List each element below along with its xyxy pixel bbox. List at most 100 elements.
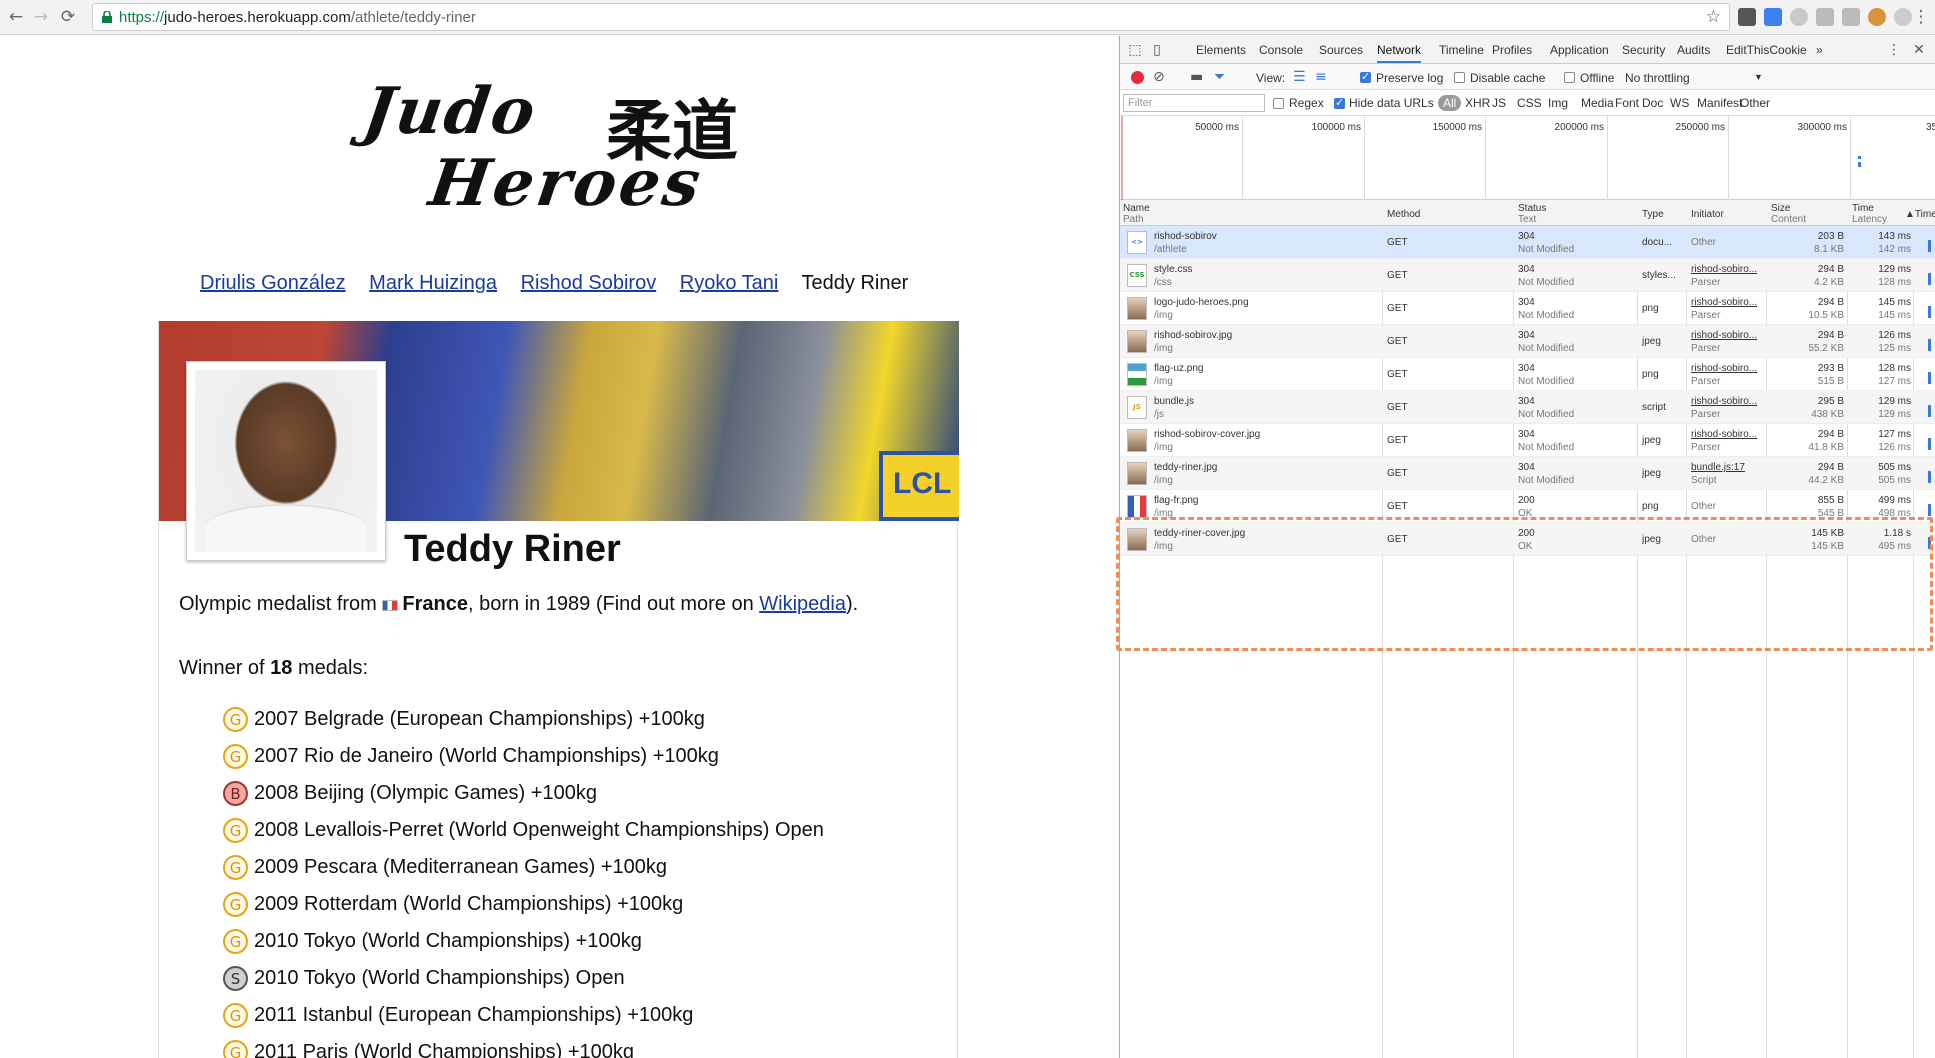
request-row[interactable]: teddy-riner-cover.jpg/img GET 200 OK jpeg Oth… <box>1120 523 1935 556</box>
medal-text: 2008 Levallois-Perret (World Openweight … <box>254 819 824 841</box>
column-name[interactable]: Name Path <box>1123 203 1150 225</box>
regex-checkbox[interactable] <box>1273 98 1284 109</box>
tab-timeline[interactable]: Timeline <box>1439 43 1484 57</box>
column-size[interactable]: Size Content <box>1771 203 1806 225</box>
request-time: 505 ms 505 ms <box>1878 462 1911 486</box>
gear-extension-icon[interactable] <box>1790 8 1808 26</box>
filter-type-other[interactable]: Other <box>1740 96 1770 110</box>
column-time[interactable]: Time Latency <box>1852 203 1887 225</box>
request-initiator[interactable]: rishod-sobiro... Parser <box>1691 395 1763 421</box>
request-initiator[interactable]: Other <box>1691 230 1763 249</box>
medal-s-icon: S <box>223 966 248 991</box>
athlete-link-ryoko-tani[interactable]: Ryoko Tani <box>680 272 779 294</box>
clear-icon[interactable]: ⊘ <box>1153 69 1165 85</box>
column-status[interactable]: Status Text <box>1518 203 1546 225</box>
wikipedia-link[interactable]: Wikipedia <box>759 593 846 615</box>
hide-data-urls-checkbox[interactable] <box>1334 96 1345 109</box>
filter-input[interactable]: Filter <box>1123 94 1265 112</box>
bookmark-star-icon[interactable]: ☆ <box>1706 7 1721 27</box>
column-timeline[interactable]: ▲Time <box>1905 209 1935 220</box>
request-initiator[interactable]: bundle.js:17 Script <box>1691 461 1763 487</box>
forward-arrow-icon[interactable]: → <box>31 7 51 27</box>
column-type[interactable]: Type <box>1642 209 1664 220</box>
request-initiator[interactable]: rishod-sobiro... Parser <box>1691 263 1763 289</box>
request-initiator[interactable]: rishod-sobiro... Parser <box>1691 296 1763 322</box>
request-name: rishod-sobirov.jpg/img <box>1154 330 1233 354</box>
column-method[interactable]: Method <box>1387 209 1420 220</box>
request-row[interactable]: CSS style.css/css GET 304 Not Modified styles… <box>1120 259 1935 292</box>
request-initiator[interactable]: Other <box>1691 494 1763 513</box>
request-row[interactable]: rishod-sobirov-cover.jpg/img GET 304 Not Mo… <box>1120 424 1935 457</box>
request-initiator[interactable]: Other <box>1691 527 1763 546</box>
request-initiator[interactable]: rishod-sobiro... Parser <box>1691 428 1763 454</box>
filter-type-xhr[interactable]: XHR <box>1465 96 1490 110</box>
cs-extension-icon[interactable] <box>1816 8 1834 26</box>
request-size: 294 B 41.8 KB <box>1808 429 1844 453</box>
chrome-menu-icon[interactable]: ⋮ <box>1911 7 1931 27</box>
check-extension-icon[interactable] <box>1764 8 1782 26</box>
request-row[interactable]: JS bundle.js/js GET 304 Not Modified script ri… <box>1120 391 1935 424</box>
throttling-chevron-icon[interactable]: ▼ <box>1754 72 1763 82</box>
request-row[interactable]: <> rishod-sobirov/athlete GET 304 Not Modifi… <box>1120 226 1935 259</box>
grid-extension-icon[interactable] <box>1842 8 1860 26</box>
request-initiator[interactable]: rishod-sobiro... Parser <box>1691 329 1763 355</box>
filter-type-media[interactable]: Media <box>1581 96 1614 110</box>
reload-icon[interactable]: ⟳ <box>58 7 78 27</box>
inspect-element-icon[interactable]: ⬚ <box>1127 42 1143 58</box>
overview-request-mark <box>1858 162 1861 167</box>
tab-sources[interactable]: Sources <box>1319 43 1363 57</box>
tab-console[interactable]: Console <box>1259 43 1303 57</box>
back-arrow-icon[interactable]: ← <box>6 7 26 27</box>
filter-type-js[interactable]: JS <box>1492 96 1506 110</box>
request-row[interactable]: logo-judo-heroes.png/img GET 304 Not Modifi… <box>1120 292 1935 325</box>
img-file-icon <box>1127 462 1147 485</box>
tab-audits[interactable]: Audits <box>1677 43 1710 57</box>
request-row[interactable]: flag-fr.png/img GET 200 OK png Other 855 B 545 … <box>1120 490 1935 523</box>
close-devtools-icon[interactable]: ✕ <box>1911 42 1927 58</box>
filter-type-doc[interactable]: Doc <box>1642 96 1663 110</box>
athlete-link-rishod-sobirov[interactable]: Rishod Sobirov <box>521 272 657 294</box>
large-rows-icon[interactable]: ☰ <box>1293 69 1306 85</box>
request-row[interactable]: rishod-sobirov.jpg/img GET 304 Not Modified… <box>1120 325 1935 358</box>
pocket-extension-icon[interactable] <box>1738 8 1756 26</box>
request-name: bundle.js/js <box>1154 396 1195 420</box>
address-bar[interactable]: https://judo-heroes.herokuapp.com/athlet… <box>92 3 1730 31</box>
filter-type-manifest[interactable]: Manifest <box>1697 96 1742 110</box>
athlete-link-mark-huizinga[interactable]: Mark Huizinga <box>369 272 497 294</box>
device-toolbar-icon[interactable]: ▯ <box>1149 42 1165 58</box>
filter-type-all[interactable]: All <box>1438 95 1462 111</box>
more-tabs-icon[interactable]: » <box>1816 43 1823 57</box>
medal-count: 18 <box>270 657 293 679</box>
tab-security[interactable]: Security <box>1622 43 1665 57</box>
network-overview: 50000 ms 100000 ms 150000 ms 200000 ms 25000… <box>1120 116 1935 200</box>
filter-type-img[interactable]: Img <box>1548 96 1568 110</box>
preserve-log-checkbox[interactable] <box>1360 70 1371 83</box>
request-size: 294 B 4.2 KB <box>1813 264 1844 288</box>
tab-elements[interactable]: Elements <box>1196 43 1246 57</box>
profile-extension-icon[interactable] <box>1894 8 1912 26</box>
record-icon[interactable] <box>1131 71 1144 84</box>
request-row[interactable]: flag-uz.png/img GET 304 Not Modified png rish… <box>1120 358 1935 391</box>
request-initiator[interactable]: rishod-sobiro... Parser <box>1691 362 1763 388</box>
filter-type-ws[interactable]: WS <box>1670 96 1689 110</box>
overview-icon[interactable]: ≡ <box>1315 69 1327 85</box>
tab-application[interactable]: Application <box>1550 43 1609 57</box>
athlete-link-driulis-gonzalez[interactable]: Driulis González <box>200 272 346 294</box>
capture-screenshots-icon[interactable]: ▬ <box>1190 69 1203 85</box>
throttling-select[interactable]: No throttling <box>1625 71 1690 85</box>
tab-profiles[interactable]: Profiles <box>1492 43 1532 57</box>
filter-type-css[interactable]: CSS <box>1517 96 1542 110</box>
img-file-icon <box>1127 297 1147 320</box>
request-method: GET <box>1387 435 1408 446</box>
tab-network[interactable]: Network <box>1377 43 1422 63</box>
judo-heroes-logo[interactable]: Judo 柔道 Heroes <box>359 64 760 224</box>
request-row[interactable]: teddy-riner.jpg/img GET 304 Not Modified jpe… <box>1120 457 1935 490</box>
cookie-extension-icon[interactable] <box>1868 8 1886 26</box>
devtools-menu-icon[interactable]: ⋮ <box>1886 42 1902 58</box>
column-initiator[interactable]: Initiator <box>1691 209 1724 220</box>
disable-cache-checkbox[interactable] <box>1454 72 1465 83</box>
filter-icon[interactable]: ⏷ <box>1214 69 1225 85</box>
tab-editthiscookie[interactable]: EditThisCookie <box>1726 43 1807 57</box>
offline-checkbox[interactable] <box>1564 72 1575 83</box>
filter-type-font[interactable]: Font <box>1615 96 1639 110</box>
